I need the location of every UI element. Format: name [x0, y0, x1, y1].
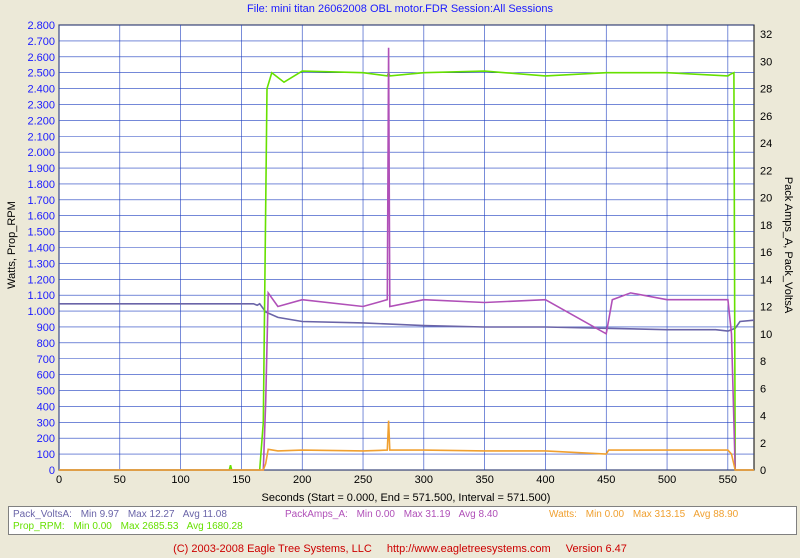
- y-left-tick-label: 1.500: [27, 227, 55, 239]
- y-left-tick-label: 2.400: [27, 84, 55, 96]
- y-left-tick-label: 2.800: [27, 20, 55, 32]
- x-tick-label: 250: [354, 474, 372, 486]
- y-right-tick-label: 6: [760, 383, 766, 395]
- y-left-tick-label: 200: [37, 433, 55, 445]
- y-left-tick-label: 2.500: [27, 68, 55, 80]
- x-tick-label: 150: [232, 474, 250, 486]
- legend-watts-max: Max 313.15: [632, 509, 686, 520]
- y-right-tick-label: 18: [760, 220, 772, 232]
- legend-amps-name: PackAmps_A:: [285, 509, 348, 520]
- x-tick-label: 400: [536, 474, 554, 486]
- y-left-tick-label: 2.700: [27, 36, 55, 48]
- x-tick-label: 550: [719, 474, 737, 486]
- legend-watts-avg: Avg 88.90: [693, 509, 739, 520]
- y-left-tick-label: 600: [37, 370, 55, 382]
- y-left-tick-label: 2.600: [27, 52, 55, 64]
- x-tick-label: 100: [171, 474, 189, 486]
- legend-rpm-min: Min 0.00: [73, 521, 112, 532]
- legend-amps-min: Min 0.00: [356, 509, 395, 520]
- legend-rpm-max: Max 2685.53: [120, 521, 179, 532]
- legend-panel: Pack_VoltsA: Min 9.97 Max 12.27 Avg 11.0…: [8, 506, 797, 535]
- y-right-tick-label: 0: [760, 465, 766, 477]
- legend-watts-min: Min 0.00: [585, 509, 625, 520]
- y-right-tick-label: 22: [760, 165, 772, 177]
- y-left-tick-label: 300: [37, 417, 55, 429]
- x-axis-label: Seconds (Start = 0.000, End = 571.500, I…: [262, 492, 551, 504]
- legend-volts-min: Min 9.97: [80, 509, 120, 520]
- legend-rpm: Prop_RPM: Min 0.00 Max 2685.53 Avg 1680.…: [13, 521, 249, 532]
- x-tick-label: 0: [56, 474, 62, 486]
- legend-volts: Pack_VoltsA: Min 9.97 Max 12.27 Avg 11.0…: [13, 509, 233, 520]
- legend-volts-avg: Avg 11.08: [182, 509, 227, 520]
- y-left-tick-label: 700: [37, 354, 55, 366]
- x-tick-label: 200: [293, 474, 311, 486]
- legend-amps-max: Max 31.19: [403, 509, 451, 520]
- legend-watts-name: Watts:: [549, 509, 577, 520]
- legend-rpm-name: Prop_RPM:: [13, 521, 65, 532]
- legend-volts-name: Pack_VoltsA:: [13, 509, 72, 520]
- y-right-tick-label: 28: [760, 84, 772, 96]
- y-left-tick-label: 1.900: [27, 163, 55, 175]
- y-right-tick-label: 16: [760, 247, 772, 259]
- y-axis-left-label: Watts, Prop_RPM: [6, 201, 18, 289]
- footer-version: Version 6.47: [565, 543, 627, 555]
- y-left-tick-label: 900: [37, 322, 55, 334]
- y-left-tick-label: 500: [37, 386, 55, 398]
- y-axis-right-label: Pack Amps_A, Pack_VoltsA: [782, 177, 794, 314]
- flight-data-chart: 0 50 100 150 200 250 300 350 400 450 500 5500100200…: [6, 20, 794, 504]
- y-left-tick-label: 1.200: [27, 274, 55, 286]
- y-left-tick-label: 1.600: [27, 211, 55, 223]
- x-tick-label: 350: [475, 474, 493, 486]
- y-right-tick-label: 30: [760, 56, 772, 68]
- y-left-tick-label: 2.100: [27, 131, 55, 143]
- y-left-tick-label: 100: [37, 449, 55, 461]
- legend-volts-max: Max 12.27: [127, 509, 175, 520]
- y-right-tick-label: 32: [760, 29, 772, 41]
- y-right-tick-label: 20: [760, 193, 772, 205]
- y-left-tick-label: 2.200: [27, 115, 55, 127]
- y-left-tick-label: 1.100: [27, 290, 55, 302]
- y-left-tick-label: 0: [49, 465, 55, 477]
- y-left-tick-label: 2.300: [27, 99, 55, 111]
- y-left-tick-label: 1.000: [27, 306, 55, 318]
- legend-watts: Watts: Min 0.00 Max 313.15 Avg 88.90: [549, 509, 744, 520]
- y-right-tick-label: 26: [760, 111, 772, 123]
- y-left-tick-label: 1.400: [27, 243, 55, 255]
- footer-copyright: (C) 2003-2008 Eagle Tree Systems, LLC: [173, 543, 372, 555]
- y-left-tick-label: 1.300: [27, 258, 55, 270]
- footer: (C) 2003-2008 Eagle Tree Systems, LLC ht…: [0, 543, 800, 555]
- y-right-tick-label: 24: [760, 138, 772, 150]
- y-right-tick-label: 10: [760, 329, 772, 341]
- y-right-tick-label: 14: [760, 274, 772, 286]
- footer-url[interactable]: http://www.eagletreesystems.com: [387, 543, 551, 555]
- y-right-tick-label: 12: [760, 302, 772, 314]
- x-tick-label: 50: [114, 474, 126, 486]
- x-tick-label: 450: [597, 474, 615, 486]
- y-right-tick-label: 2: [760, 438, 766, 450]
- y-right-tick-label: 8: [760, 356, 766, 368]
- x-tick-label: 300: [415, 474, 433, 486]
- y-left-tick-label: 2.000: [27, 147, 55, 159]
- y-left-tick-label: 800: [37, 338, 55, 350]
- y-right-tick-label: 4: [760, 411, 766, 423]
- legend-amps-avg: Avg 8.40: [458, 509, 498, 520]
- y-left-tick-label: 400: [37, 401, 55, 413]
- y-left-tick-label: 1.700: [27, 195, 55, 207]
- legend-amps: PackAmps_A: Min 0.00 Max 31.19 Avg 8.40: [285, 509, 504, 520]
- y-left-tick-label: 1.800: [27, 179, 55, 191]
- legend-rpm-avg: Avg 1680.28: [186, 521, 243, 532]
- x-tick-label: 500: [658, 474, 676, 486]
